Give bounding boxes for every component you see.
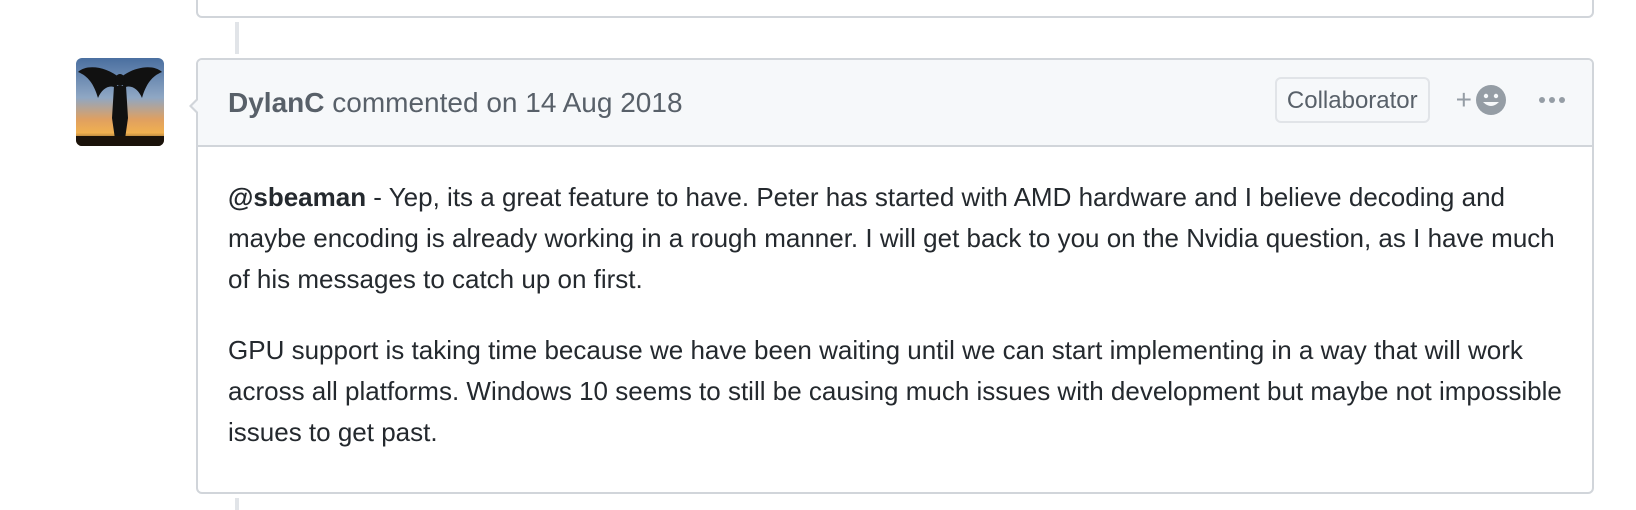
- previous-comment-box: [196, 0, 1594, 18]
- timeline-connector: [235, 22, 239, 54]
- issue-timeline: DylanC commented on 14 Aug 2018 Collabor…: [0, 0, 1636, 510]
- kebab-horizontal-icon: [1539, 97, 1565, 103]
- comment-box: DylanC commented on 14 Aug 2018 Collabor…: [189, 58, 1594, 494]
- paragraph-1-text: - Yep, its a great feature to have. Pete…: [228, 182, 1555, 294]
- comment-paragraph-1: @sbeaman - Yep, its a great feature to h…: [228, 177, 1562, 300]
- comment-header-text: DylanC commented on 14 Aug 2018: [228, 87, 683, 119]
- header-actions: Collaborator +: [1274, 77, 1572, 123]
- avatar-image: [76, 58, 164, 146]
- comment-action-text[interactable]: commented on 14 Aug 2018: [332, 87, 682, 118]
- more-options-button[interactable]: [1532, 80, 1572, 120]
- smiley-icon: [1476, 85, 1506, 115]
- timeline-connector: [235, 498, 239, 510]
- comment-body: @sbeaman - Yep, its a great feature to h…: [198, 147, 1592, 453]
- user-mention-link[interactable]: @sbeaman: [228, 182, 366, 212]
- comment-paragraph-2: GPU support is taking time because we ha…: [228, 335, 1562, 447]
- author-link[interactable]: DylanC: [228, 87, 324, 118]
- avatar[interactable]: [76, 58, 164, 146]
- collaborator-badge: Collaborator: [1274, 77, 1430, 123]
- comment-header: DylanC commented on 14 Aug 2018 Collabor…: [198, 60, 1592, 147]
- add-reaction-button[interactable]: +: [1456, 83, 1508, 117]
- plus-icon: +: [1455, 84, 1472, 115]
